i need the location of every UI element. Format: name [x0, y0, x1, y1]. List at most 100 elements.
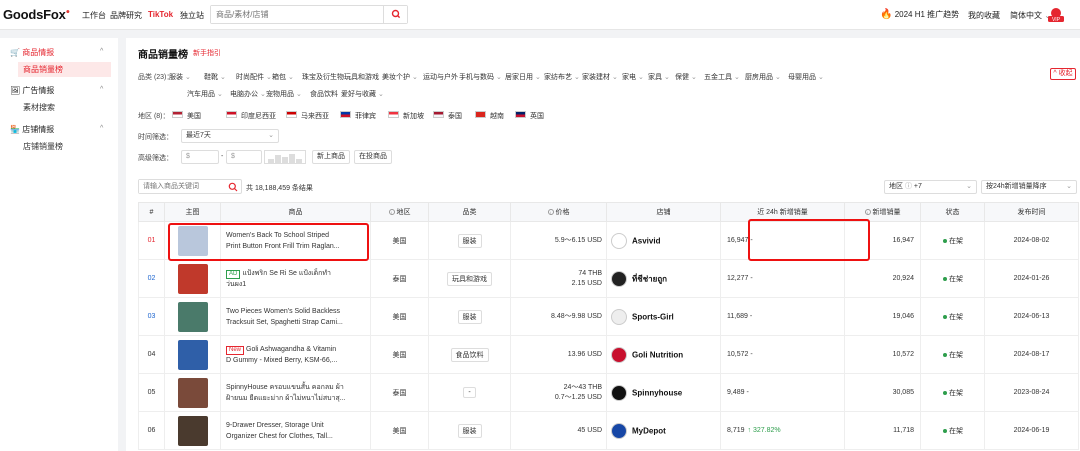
- region-item[interactable]: 美国: [187, 111, 201, 121]
- global-search-button[interactable]: [383, 6, 407, 23]
- region-item[interactable]: 马来西亚: [301, 111, 329, 121]
- image-cell[interactable]: [164, 335, 221, 374]
- image-cell[interactable]: [164, 259, 221, 298]
- flag-icon[interactable]: [475, 111, 486, 118]
- flag-icon[interactable]: [340, 111, 351, 118]
- image-cell[interactable]: [164, 373, 221, 412]
- price-histogram-icon[interactable]: [264, 150, 306, 164]
- region-item[interactable]: 英国: [530, 111, 544, 121]
- region-item[interactable]: 越南: [490, 111, 504, 121]
- chevron-up-icon[interactable]: ^: [100, 86, 103, 93]
- region-item[interactable]: 菲律宾: [355, 111, 376, 121]
- category-item[interactable]: 汽车用品 ⌄: [187, 89, 223, 99]
- flag-icon[interactable]: [172, 111, 183, 118]
- product-thumbnail[interactable]: [177, 263, 208, 294]
- product-title-line2[interactable]: ว่นผง1: [226, 281, 246, 288]
- vip-badge[interactable]: VIP: [1046, 7, 1066, 23]
- global-search[interactable]: [210, 5, 408, 24]
- category-item[interactable]: 家电 ⌄: [622, 72, 644, 82]
- category-item[interactable]: 服装 ⌄: [169, 72, 191, 82]
- shop-name[interactable]: Spinnyhouse: [632, 388, 682, 397]
- product-cell[interactable]: SpinnyHouse ครอบแขนสั้น คอกลม ผ้า ฝ้ายนม …: [220, 373, 371, 412]
- category-item[interactable]: 电脑办公 ⌄: [230, 89, 266, 99]
- price-max-input[interactable]: $: [226, 150, 262, 164]
- category-item[interactable]: 爱好与收藏 ⌄: [341, 89, 384, 99]
- flag-icon[interactable]: [286, 111, 297, 118]
- category-item[interactable]: 美妆个护 ⌄: [382, 72, 418, 82]
- table-row[interactable]: 04 New Goli Ashwagandha & Vitamin D Gummy …: [138, 335, 1079, 374]
- product-thumbnail[interactable]: [177, 339, 208, 370]
- product-cell[interactable]: Two Pieces Women's Solid Backless Tracksu…: [220, 297, 371, 336]
- new-products-button[interactable]: 新上商品: [312, 150, 350, 164]
- product-thumbnail[interactable]: [177, 301, 208, 332]
- shop-cell[interactable]: Spinnyhouse: [606, 373, 721, 412]
- my-favorites[interactable]: 我的收藏: [968, 10, 1000, 21]
- shop-cell[interactable]: ที่ชีช่ายถูก: [606, 259, 721, 298]
- flag-icon[interactable]: [226, 111, 237, 118]
- sidebar-group-shop-intel[interactable]: 🏪 店铺情报: [10, 124, 54, 135]
- col-region[interactable]: i 地区: [370, 202, 429, 222]
- shop-name[interactable]: Sports-Girl: [632, 312, 674, 321]
- flag-icon[interactable]: [515, 111, 526, 118]
- table-row[interactable]: 03 Two Pieces Women's Solid Backless Trac…: [138, 297, 1079, 336]
- price-min-input[interactable]: $: [181, 150, 219, 164]
- language-select[interactable]: 简体中文 ⌄: [1010, 10, 1051, 21]
- product-title-line1[interactable]: 9-Drawer Dresser, Storage Unit: [226, 422, 324, 429]
- collapse-button[interactable]: ^ 收起: [1050, 68, 1076, 80]
- sidebar-item-product-sales-rank[interactable]: 商品销量榜: [18, 62, 111, 77]
- product-keyword-input[interactable]: [139, 180, 225, 193]
- category-item[interactable]: 箱包 ⌄: [272, 72, 294, 82]
- product-title-line2[interactable]: Tracksuit Set, Spaghetti Strap Cami...: [226, 319, 343, 326]
- product-thumbnail[interactable]: [177, 377, 208, 408]
- shop-cell[interactable]: Goli Nutrition: [606, 335, 721, 374]
- product-keyword-search[interactable]: [138, 179, 242, 194]
- sidebar-item-creative-search[interactable]: 素材搜索: [18, 100, 111, 115]
- shop-name[interactable]: MyDepot: [632, 426, 666, 435]
- category-item[interactable]: 家具 ⌄: [648, 72, 670, 82]
- category-item[interactable]: 母婴用品 ⌄: [788, 72, 824, 82]
- flag-icon[interactable]: [433, 111, 444, 118]
- category-item[interactable]: 宠物用品 ⌄: [266, 89, 302, 99]
- nav-workbench[interactable]: 工作台: [82, 10, 106, 21]
- category-item[interactable]: 厨房用品 ⌄: [745, 72, 781, 82]
- shop-logo[interactable]: [611, 270, 627, 287]
- shop-logo[interactable]: [611, 346, 627, 363]
- shop-cell[interactable]: MyDepot: [606, 411, 721, 450]
- category-item[interactable]: 家纺布艺 ⌄: [544, 72, 580, 82]
- nav-tiktok[interactable]: TikTok: [148, 10, 173, 19]
- search-icon[interactable]: [228, 182, 238, 192]
- chevron-up-icon[interactable]: ^: [100, 48, 103, 55]
- category-item[interactable]: 手机与数码 ⌄: [459, 72, 502, 82]
- shop-name[interactable]: Asvivid: [632, 236, 660, 245]
- shop-cell[interactable]: Asvivid: [606, 221, 721, 260]
- product-title-line1[interactable]: แป้งพริก Se Ri Se แป้งเด็กทำ: [242, 270, 331, 277]
- image-cell[interactable]: [164, 411, 221, 450]
- goodsfox-logo[interactable]: GoodsFox●: [3, 7, 70, 22]
- product-cell[interactable]: New Goli Ashwagandha & Vitamin D Gummy - M…: [220, 335, 371, 374]
- image-cell[interactable]: [164, 297, 221, 336]
- product-title-line2[interactable]: ฝ้ายนม ยืดแยะม่าก ผ้าไม่หนาไม่สบาสุ...: [226, 395, 346, 402]
- shop-cell[interactable]: Sports-Girl: [606, 297, 721, 336]
- product-title-line2[interactable]: Organizer Chest for Clothes, Tall...: [226, 433, 333, 440]
- region-item[interactable]: 新加坡: [403, 111, 424, 121]
- nav-independent-site[interactable]: 独立站: [180, 10, 204, 21]
- global-search-input[interactable]: [211, 6, 381, 23]
- region-item[interactable]: 印度尼西亚: [241, 111, 276, 121]
- product-cell[interactable]: 9-Drawer Dresser, Storage Unit Organizer …: [220, 411, 371, 450]
- nav-brand-research[interactable]: 品牌研究: [110, 10, 142, 21]
- flag-icon[interactable]: [388, 111, 399, 118]
- product-title-line1[interactable]: Goli Ashwagandha & Vitamin: [246, 346, 336, 353]
- shop-name[interactable]: ที่ชีช่ายถูก: [632, 274, 667, 283]
- table-row[interactable]: 02 AD แป้งพริก Se Ri Se แป้งเด็กทำ ว่นผง1 …: [138, 259, 1079, 298]
- beginner-guide-link[interactable]: 新手指引: [193, 48, 221, 58]
- category-item[interactable]: 五金工具 ⌄: [704, 72, 740, 82]
- sidebar-item-shop-sales-rank[interactable]: 店铺销量榜: [18, 139, 111, 154]
- shop-name[interactable]: Goli Nutrition: [632, 350, 683, 359]
- category-item[interactable]: 家装建材 ⌄: [582, 72, 618, 82]
- col-price[interactable]: i 价格: [510, 202, 607, 222]
- sort-select[interactable]: 按24h新增销量降序 ⌄: [981, 180, 1077, 194]
- category-item[interactable]: 鞋靴 ⌄: [204, 72, 226, 82]
- sidebar-group-ad-intel[interactable]: 🖼 广告情报: [10, 85, 54, 96]
- region-filter-select[interactable]: 地区 ⓘ +7 ⌄: [884, 180, 977, 194]
- shop-logo[interactable]: [611, 308, 627, 325]
